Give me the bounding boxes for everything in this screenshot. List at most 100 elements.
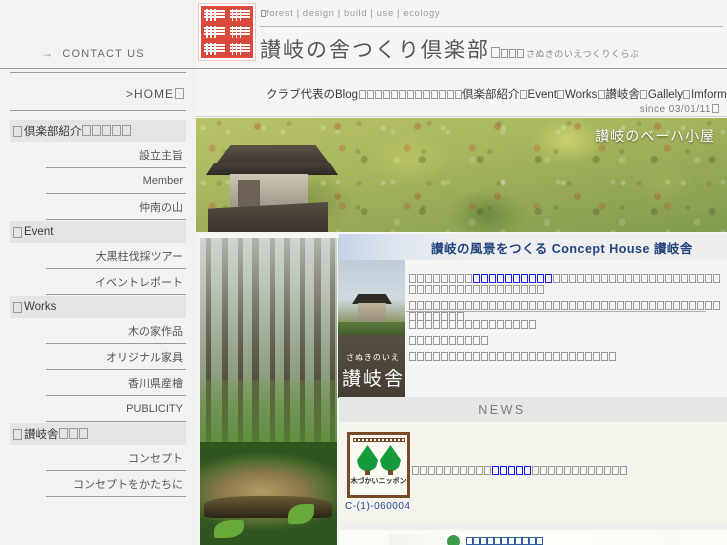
- bottom-partner-banner[interactable]: [339, 530, 727, 545]
- tofu-box: [419, 466, 427, 475]
- nav-item-event[interactable]: Event: [520, 89, 557, 101]
- news-inline-link[interactable]: [491, 461, 531, 478]
- tofu-box: [422, 90, 430, 99]
- tofu-box: [424, 320, 432, 329]
- tofu-box: [496, 301, 504, 310]
- sidebar-divider-top: [10, 72, 186, 73]
- tofu-box: [619, 466, 627, 475]
- tofu-box: [464, 336, 472, 345]
- tofu-box: [456, 320, 464, 329]
- tofu-box: [480, 336, 488, 345]
- tofu-box: [536, 285, 544, 294]
- tofu-box: [499, 466, 507, 475]
- tofu-box: [366, 90, 374, 99]
- tofu-box: [408, 274, 416, 283]
- bottom-banner-text: [466, 536, 543, 545]
- tofu-box: [547, 466, 555, 475]
- sidebar-contact-us[interactable]: → CONTACT US: [0, 46, 186, 60]
- sidebar-group-header-0[interactable]: 倶楽部紹介: [10, 120, 186, 142]
- tofu-box: [568, 352, 576, 361]
- tofu-box: [480, 536, 487, 545]
- tofu-box: [680, 274, 688, 283]
- tofu-box: [672, 301, 680, 310]
- sidebar-group-header-2[interactable]: Works: [10, 296, 186, 318]
- house-treeline: [338, 322, 405, 336]
- tofu-box: [579, 466, 587, 475]
- tofu-box: [560, 352, 568, 361]
- nav-item-label: Imformation: [690, 89, 727, 101]
- tofu-box: [466, 536, 473, 545]
- tofu-box: [500, 49, 508, 58]
- tofu-box: [563, 466, 571, 475]
- nav-item-imformation[interactable]: Imformation: [683, 89, 727, 101]
- tofu-box: [516, 49, 524, 58]
- mark-certification-code: C-(1)-060004: [345, 501, 411, 512]
- concept-title-text: 讃岐の風景をつくる Concept House 讃岐舎: [431, 241, 693, 256]
- tofu-box: [552, 352, 560, 361]
- tofu-box: [122, 125, 131, 136]
- tofu-box: [406, 90, 414, 99]
- header-divider-lower: [0, 68, 727, 69]
- tofu-box: [560, 274, 568, 283]
- sidebar-group-header-3[interactable]: 讃岐舎: [10, 423, 186, 445]
- tofu-box: [552, 301, 560, 310]
- tofu-box: [504, 285, 512, 294]
- tofu-box: [430, 90, 438, 99]
- tofu-box: [512, 301, 520, 310]
- tofu-box: [496, 285, 504, 294]
- tofu-box: [424, 336, 432, 345]
- sidebar-item-label: 大黒柱伐採ツアー: [95, 250, 183, 263]
- sidebar-group-label: 倶楽部紹介: [24, 123, 132, 139]
- nav-item-gallely[interactable]: Gallely: [640, 89, 683, 101]
- tofu-box: [456, 285, 464, 294]
- sidebar-item-label: 設立主旨: [139, 149, 183, 162]
- sidebar-home-link[interactable]: >HOME: [126, 87, 184, 101]
- sidebar: → CONTACT US >HOME 倶楽部紹介 設立主旨 Member 仲南の山 Eve…: [0, 0, 196, 545]
- tofu-box: [539, 466, 547, 475]
- tofu-box: [616, 274, 624, 283]
- tofu-box: [427, 466, 435, 475]
- nav-blog-link[interactable]: クラブ代表のBlog: [266, 89, 358, 101]
- concept-inline-link[interactable]: [472, 269, 552, 286]
- tofu-box: [508, 49, 516, 58]
- tofu-box: [696, 301, 704, 310]
- sidebar-group-label: Event: [24, 226, 54, 238]
- sidebar-item-1-1[interactable]: イベントレポート: [46, 269, 186, 295]
- tofu-box: [576, 274, 584, 283]
- nav-item-works[interactable]: Works: [557, 89, 597, 101]
- nav-item-label: Event: [527, 89, 557, 101]
- sidebar-item-2-0[interactable]: 木の家作品: [46, 318, 186, 344]
- tofu-box: [520, 320, 528, 329]
- sidebar-item-0-2[interactable]: 仲南の山: [46, 194, 186, 220]
- nav-item-sanukisha[interactable]: 讃岐舎: [597, 89, 640, 101]
- sidebar-item-2-3[interactable]: PUBLICITY: [46, 396, 186, 422]
- tofu-box: [528, 352, 536, 361]
- site-seal-logo[interactable]: [198, 3, 256, 61]
- sidebar-item-2-2[interactable]: 香川県産檜: [46, 370, 186, 396]
- tofu-box: [640, 301, 648, 310]
- tofu-box: [600, 301, 608, 310]
- sidebar-item-3-0[interactable]: コンセプト: [46, 445, 186, 471]
- sidebar-item-1-0[interactable]: 大黒柱伐採ツアー: [46, 243, 186, 269]
- tofu-box: [587, 466, 595, 475]
- nav-item-club-intro[interactable]: 倶楽部紹介: [462, 89, 520, 101]
- tofu-box: [536, 536, 543, 545]
- sidebar-group-header-1[interactable]: Event: [10, 221, 186, 243]
- tofu-box: [374, 90, 382, 99]
- tofu-box: [456, 352, 464, 361]
- tofu-box: [584, 274, 592, 283]
- tofu-box: [464, 320, 472, 329]
- tofu-box: [520, 274, 528, 283]
- tofu-box: [12, 428, 22, 440]
- sidebar-item-3-1[interactable]: コンセプトをかたちに: [46, 471, 186, 497]
- tofu-box: [472, 336, 480, 345]
- tofu-box: [448, 352, 456, 361]
- nav-item-label: 倶楽部紹介: [462, 89, 520, 101]
- bottom-gap: [339, 523, 727, 530]
- sidebar-item-2-1[interactable]: オリジナル家具: [46, 344, 186, 370]
- tofu-box: [464, 352, 472, 361]
- tofu-box: [424, 352, 432, 361]
- sidebar-item-0-1[interactable]: Member: [46, 168, 186, 194]
- tofu-box: [608, 274, 616, 283]
- sidebar-item-0-0[interactable]: 設立主旨: [46, 142, 186, 168]
